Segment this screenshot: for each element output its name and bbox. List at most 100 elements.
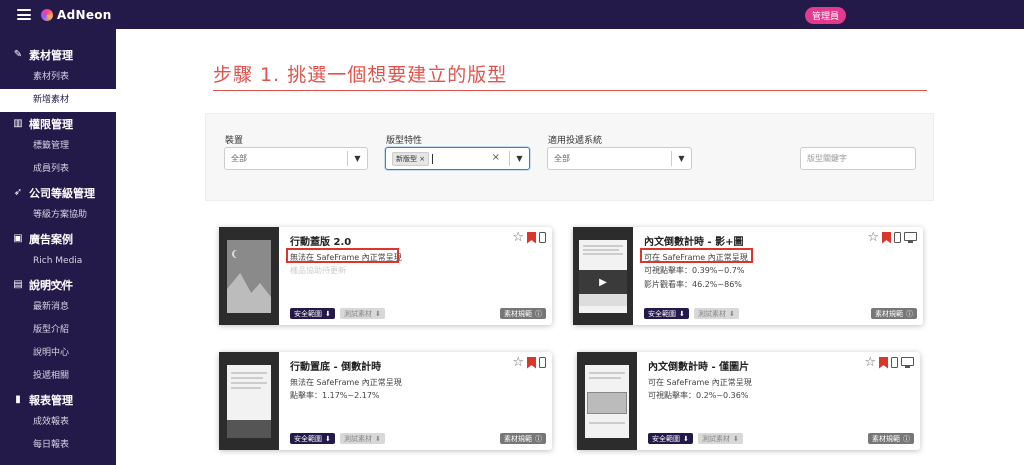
card-title: 行動置底 - 倒數計時	[290, 362, 382, 373]
filter-panel: 裝置 全部 ▼ 版型特性 新版型 × × ▼ 適用投遞系統 全部 ▼ 版型關鍵字	[205, 113, 934, 201]
mobile-icon	[539, 232, 546, 243]
safe-area-button[interactable]: 安全範圍 ⬇	[644, 308, 689, 319]
format-card[interactable]: 行動蓋版 2.0 無法在 SafeFrame 內正常呈現 樣品協助待更新 ☆ 安…	[219, 227, 552, 325]
sidebar-item-members[interactable]: 成員列表	[0, 158, 116, 181]
sidebar-section-assets[interactable]: ✎ 素材管理	[0, 43, 116, 66]
card-thumbnail	[219, 227, 279, 325]
spec-button[interactable]: 素材規範 ⓘ	[500, 433, 546, 444]
page-title: 步驟 1. 挑選一個想要建立的版型	[213, 64, 508, 86]
spec-label: 素材規範	[504, 309, 532, 318]
clear-icon[interactable]: ×	[492, 152, 500, 163]
top-bar: AdNeon 管理員	[0, 0, 1024, 29]
thumb-text-line	[231, 377, 263, 379]
tag-remove-icon[interactable]: ×	[419, 155, 425, 163]
sidebar-section-permissions[interactable]: ▥ 權限管理	[0, 112, 116, 135]
download-icon: ⬇	[729, 309, 735, 318]
os-value: 全部	[554, 154, 570, 163]
star-icon[interactable]: ☆	[512, 356, 524, 369]
download-icon: ⬇	[733, 434, 739, 443]
thumb-text-line	[589, 422, 625, 424]
spec-button[interactable]: 素材規範 ⓘ	[871, 308, 917, 319]
bookmark-icon[interactable]	[527, 231, 536, 244]
sidebar-section-label: 廣告案例	[29, 232, 73, 246]
card-stat: 點擊率：1.17%~2.17%	[290, 391, 380, 400]
menu-icon[interactable]	[17, 9, 31, 20]
format-card[interactable]: 內文倒數計時 - 僅圖片 可在 SafeFrame 內正常呈現 可視點擊率：0.…	[577, 352, 920, 450]
thumb-text-line	[589, 377, 621, 379]
test-asset-button[interactable]: 測試素材 ⬇	[340, 308, 385, 319]
image-icon: ▣	[13, 233, 23, 244]
card-icons: ☆	[864, 356, 914, 369]
card-icons: ☆	[867, 231, 917, 244]
test-asset-button[interactable]: 測試素材 ⬇	[694, 308, 739, 319]
spec-label: 素材規範	[872, 434, 900, 443]
card-stat: 可視點擊率：0.2%~0.36%	[648, 391, 749, 400]
chevron-down-icon[interactable]: ▼	[671, 151, 691, 166]
role-badge[interactable]: 管理員	[805, 7, 847, 24]
rocket-icon: ➶	[13, 187, 23, 198]
info-icon: ⓘ	[535, 434, 542, 443]
device-select[interactable]: 全部 ▼	[224, 147, 368, 170]
spec-label: 素材規範	[875, 309, 903, 318]
sidebar-item-daily-report[interactable]: 每日報表	[0, 434, 116, 457]
device-value: 全部	[231, 154, 247, 163]
sidebar-item-format-intro[interactable]: 版型介紹	[0, 319, 116, 342]
sidebar-item-tags[interactable]: 標籤管理	[0, 135, 116, 158]
title-divider	[213, 90, 927, 91]
format-card[interactable]: 行動置底 - 倒數計時 無法在 SafeFrame 內正常呈現 點擊率：1.17…	[219, 352, 552, 450]
download-icon: ⬇	[325, 434, 331, 443]
bookmark-icon[interactable]	[882, 231, 891, 244]
card-title: 內文倒數計時 - 影+圖	[644, 237, 744, 248]
safe-area-label: 安全範圍	[294, 309, 322, 318]
bookmark-icon[interactable]	[879, 356, 888, 369]
highlight-box	[640, 248, 753, 263]
safe-area-button[interactable]: 安全範圍 ⬇	[290, 433, 335, 444]
info-icon: ⓘ	[906, 309, 913, 318]
feature-tag[interactable]: 新版型 ×	[392, 151, 430, 166]
thumb-text-line	[589, 372, 625, 374]
mobile-icon	[894, 232, 901, 243]
spec-button[interactable]: 素材規範 ⓘ	[500, 308, 546, 319]
test-asset-button[interactable]: 測試素材 ⬇	[340, 433, 385, 444]
keyword-input[interactable]: 版型關鍵字	[800, 147, 916, 170]
sidebar-item-performance-report[interactable]: 成效報表	[0, 411, 116, 434]
thumb-text-line	[583, 249, 619, 251]
star-icon[interactable]: ☆	[867, 231, 879, 244]
os-select[interactable]: 全部 ▼	[547, 147, 692, 170]
card-title: 行動蓋版 2.0	[290, 237, 352, 248]
test-asset-button[interactable]: 測試素材 ⬇	[698, 433, 743, 444]
chevron-down-icon[interactable]: ▼	[509, 151, 529, 166]
thumb-text-line	[231, 382, 267, 384]
star-icon[interactable]: ☆	[512, 231, 524, 244]
logo[interactable]: AdNeon	[41, 8, 112, 22]
star-icon[interactable]: ☆	[864, 356, 876, 369]
sidebar-item-rich-media-gallery[interactable]: Rich Media Gallery	[0, 250, 116, 289]
sidebar-item-help-center[interactable]: 說明中心	[0, 342, 116, 365]
sidebar-section-reports[interactable]: ▮ 報表管理	[0, 388, 116, 411]
sidebar-item-news[interactable]: 最新消息	[0, 296, 116, 319]
feature-multiselect[interactable]: 新版型 × × ▼	[385, 147, 530, 170]
spec-button[interactable]: 素材規範 ⓘ	[868, 433, 914, 444]
sidebar-item-level-plan[interactable]: 等級方案協助	[0, 204, 116, 227]
format-card[interactable]: ▶ 內文倒數計時 - 影+圖 可在 SafeFrame 內正常呈現 可視點擊率：…	[573, 227, 923, 325]
sidebar-item-delivery[interactable]: 投遞相關	[0, 365, 116, 388]
safe-area-button[interactable]: 安全範圍 ⬇	[648, 433, 693, 444]
download-icon: ⬇	[683, 434, 689, 443]
card-stat: 可視點擊率：0.39%~0.7%	[644, 266, 745, 275]
moon-icon	[234, 250, 242, 258]
sidebar-section-label: 說明文件	[29, 278, 73, 292]
thumb-text-line	[231, 387, 261, 389]
chevron-down-icon[interactable]: ▼	[347, 151, 367, 166]
sidebar-section-label: 公司等級管理	[29, 186, 95, 200]
card-icons: ☆	[512, 231, 546, 244]
highlight-box	[286, 248, 399, 263]
sidebar-item-asset-list[interactable]: 素材列表	[0, 66, 116, 89]
sidebar-section-company-level[interactable]: ➶ 公司等級管理	[0, 181, 116, 204]
safe-area-button[interactable]: 安全範圍 ⬇	[290, 308, 335, 319]
sidebar-section-ad-cases[interactable]: ▣ 廣告案例	[0, 227, 116, 250]
logo-icon	[41, 8, 53, 21]
sidebar-item-new-asset[interactable]: 新增素材	[0, 89, 116, 112]
download-icon: ⬇	[375, 309, 381, 318]
bookmark-icon[interactable]	[527, 356, 536, 369]
logo-text: AdNeon	[57, 7, 112, 22]
